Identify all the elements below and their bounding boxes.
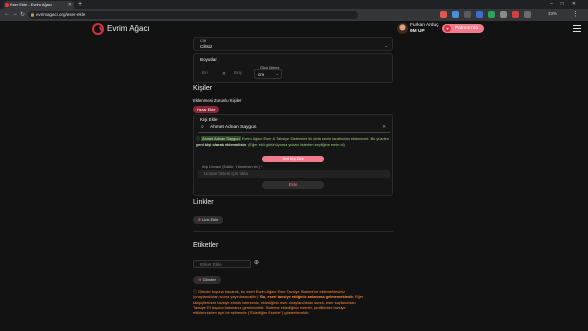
clear-icon[interactable]: ✕ (382, 124, 386, 130)
extension-icon[interactable] (440, 11, 447, 18)
etiket-placeholder: Etiket Ekle (200, 262, 222, 267)
search-value: Ahmet Adnan Saygun (210, 125, 257, 130)
notice-line5: ettiklerinizden ayrı bir sekmede ("Ekled… (193, 310, 310, 316)
extension-icon[interactable] (476, 11, 483, 18)
brand-name[interactable]: Evrim Ağacı (107, 24, 150, 33)
site-header: Evrim Ağacı Furkan Arduç 9M UP ♥ Patreon… (0, 21, 588, 37)
info-text3: eklenecek. Bu yüzden (350, 136, 389, 141)
boyutlar-section: Boyutlar Ölçü Birimi En ✕ Boy cm ⌄ (193, 53, 393, 83)
lock-icon: 🔒 (30, 12, 35, 17)
heart-icon: ♥ (444, 25, 451, 32)
favicon-icon (5, 3, 9, 7)
gonder-label: Gönder (202, 277, 216, 282)
cilt-select[interactable]: Cilt Ciltsiz ⌄ (193, 37, 393, 51)
kisi-search-input[interactable]: ⌕ Ahmet Adnan Saygun ✕ (198, 123, 390, 133)
yeni-kisi-label: Yeni Kişi Ekle (282, 157, 304, 161)
unvan-label: Kişi Unvanı (Editör, Yönetmen vb.) * (202, 165, 263, 169)
etiketler-heading: Etiketler (193, 242, 219, 249)
add-tag-icon[interactable]: ⊕ (254, 259, 259, 266)
yazar-ekle-label: Yazar Ekle (196, 107, 216, 112)
extension-icon[interactable] (500, 11, 507, 18)
hamburger-menu-icon[interactable] (573, 25, 581, 32)
forward-icon[interactable]: → (12, 11, 18, 17)
extension-icon[interactable] (524, 11, 531, 18)
user-name[interactable]: Furkan Arduç (410, 23, 439, 28)
etiket-input[interactable]: Etiket Ekle (193, 260, 251, 268)
boy-placeholder: Boy (234, 70, 242, 75)
gonder-button[interactable]: ⊖ Gönder (193, 276, 221, 284)
notice-line1: Gönder tuşuna basarak, bu eseri Evrim Ağ… (197, 289, 346, 294)
extension-icon[interactable] (488, 11, 495, 18)
plus-icon: ⊕ (197, 217, 201, 222)
unvan-input[interactable]: Unvan listesi için tıkla (198, 170, 390, 178)
en-input[interactable]: En (196, 69, 218, 79)
info-text4: . (Eğer ekli görünüyorsa yukarı listeden… (245, 141, 345, 147)
info-text1: Evrim Ağacı Eser & Taksiye Sistemine (241, 136, 308, 141)
extension-icon[interactable] (464, 11, 471, 18)
browser-tab[interactable]: Eser Ekle - Evrim Ağacı ✕ (4, 1, 74, 9)
chevron-down-icon: ⌄ (384, 43, 388, 48)
chevron-down-icon: ⌄ (275, 71, 279, 76)
info-name: Ahmet Adnan Saygun (200, 136, 241, 141)
extension-icon[interactable] (452, 11, 459, 18)
back-icon[interactable]: ← (4, 11, 10, 17)
search-icon: ⌕ (201, 124, 204, 130)
yeni-kisi-button[interactable]: Yeni Kişi Ekle (262, 156, 324, 162)
kisi-ekle-card: Kişi Ekle ⌕ Ahmet Adnan Saygun ✕ ⓘ Ahmet… (193, 114, 393, 196)
cilt-label: Cilt (200, 38, 206, 43)
notice-line2c: Eğer (355, 294, 364, 300)
unvan-placeholder: Unvan listesi için tıkla (204, 171, 248, 176)
link-ekle-label: Link Ekle (202, 217, 219, 222)
window-controls[interactable]: –□✕ (550, 0, 584, 9)
en-placeholder: En (202, 70, 208, 75)
info-bold: yeni kişi olarak eklemelisin (196, 141, 246, 147)
extension-icon[interactable] (512, 11, 519, 18)
close-tab-icon[interactable]: ✕ (68, 1, 72, 9)
ekle-button[interactable]: Ekle (262, 181, 324, 189)
ekle-label: Ekle (288, 182, 298, 187)
user-points: 9M UP (410, 29, 425, 34)
kisiler-heading: Kişiler (193, 85, 213, 92)
supporter-label: Patreon'da (455, 26, 479, 31)
submit-notice: ⓘ Gönder tuşuna basarak, bu eseri Evrim … (193, 289, 393, 315)
logo-icon[interactable] (92, 23, 104, 35)
linkler-heading: Linkler (193, 199, 214, 206)
notice-line2b: Bu, eseri tavsiye ettiğiniz anlamına gel… (260, 294, 354, 300)
unit-value: cm (258, 72, 265, 77)
new-tab-icon[interactable]: + (78, 0, 82, 9)
kisi-ekle-label: Kişi Ekle (200, 117, 218, 122)
browser-tab-bar: Eser Ekle - Evrim Ağacı ✕ + –□✕ (0, 0, 588, 9)
divider (193, 231, 393, 232)
avatar[interactable] (397, 23, 408, 34)
send-icon: ⊖ (198, 277, 202, 282)
info-text2: ilk defa senin tarafından (308, 136, 350, 141)
link-ekle-button[interactable]: ⊕ Link Ekle (193, 216, 223, 224)
url-input[interactable]: 🔒 evrimagaci.org/eser-ekle (28, 11, 358, 19)
times-icon: ✕ (222, 71, 226, 76)
url-text: evrimagaci.org/eser-ekle (36, 12, 86, 17)
tab-title: Eser Ekle - Evrim Ağacı (10, 2, 53, 7)
boyutlar-label: Boyutlar (200, 57, 217, 62)
boy-input[interactable]: Boy (228, 69, 250, 79)
info-message: ⓘ Ahmet Adnan Saygun Evrim Ağacı Eser & … (196, 136, 392, 147)
supporter-button[interactable]: ♥ Patreon'da (442, 24, 485, 33)
zoom-level[interactable]: 33% (548, 11, 557, 16)
browser-menu-icon[interactable]: ⋮ (572, 10, 579, 18)
address-bar-row: ← → ↻ 🔒 evrimagaci.org/eser-ekle 33% ⋮ (0, 9, 588, 21)
notice-line2a: (onaylandıktan sonra yayınlanacaktır). (193, 294, 259, 300)
yazar-ekle-button[interactable]: Yazar Ekle (193, 106, 219, 113)
reload-icon[interactable]: ↻ (20, 11, 25, 18)
unit-select[interactable]: cm ⌄ (254, 69, 282, 79)
cilt-value: Ciltsiz (200, 44, 213, 49)
kisiler-subtitle: Eklenmesi Zorunlu Kişiler (193, 98, 242, 103)
